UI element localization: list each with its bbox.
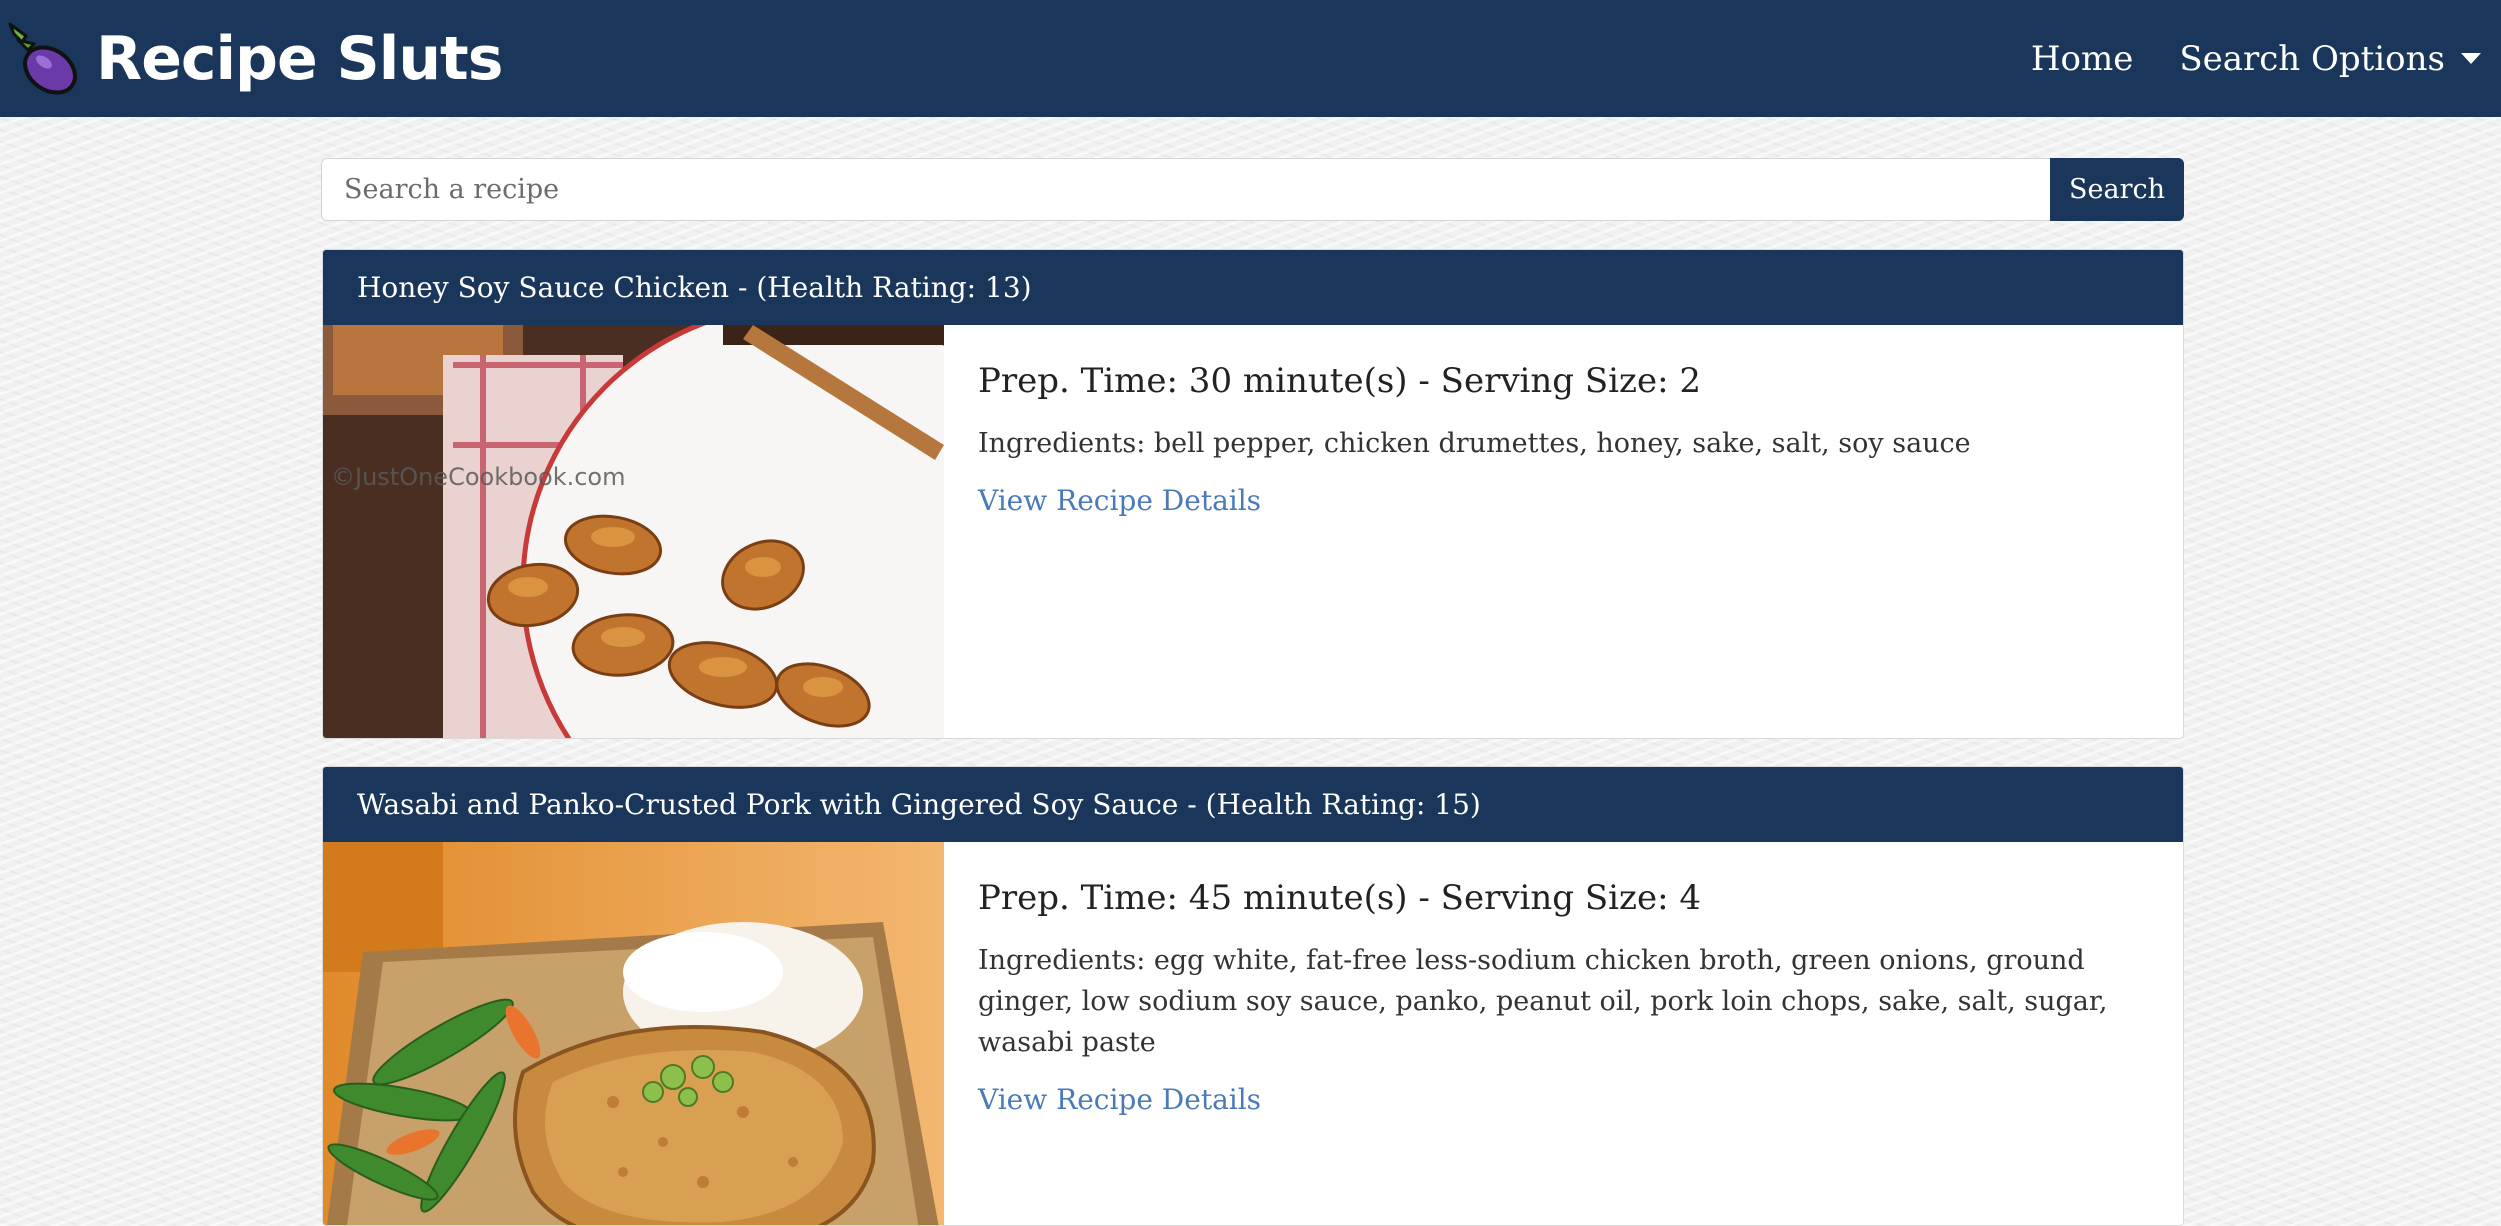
image-watermark: ©JustOneCookbook.com [331,463,625,491]
recipe-card: Honey Soy Sauce Chicken - (Health Rating… [322,249,2184,739]
recipe-meta: Prep. Time: 45 minute(s) - Serving Size:… [978,878,1701,918]
view-recipe-details-link[interactable]: View Recipe Details [978,1083,1261,1116]
search-bar: Search [321,158,2184,221]
recipe-details: Prep. Time: 30 minute(s) - Serving Size:… [944,325,2183,738]
brand[interactable]: Recipe Sluts [0,0,503,117]
search-button[interactable]: Search [2050,158,2184,221]
recipe-ingredients: Ingredients: egg white, fat-free less-so… [978,945,2108,1058]
recipe-title: Honey Soy Sauce Chicken - (Health Rating… [323,250,2183,325]
recipe-title: Wasabi and Panko-Crusted Pork with Ginge… [323,767,2183,842]
chevron-down-icon [2461,53,2481,64]
recipe-card-body: Prep. Time: 45 minute(s) - Serving Size:… [323,842,2183,1225]
view-recipe-details-link[interactable]: View Recipe Details [978,484,1261,517]
recipe-ingredients: Ingredients: bell pepper, chicken drumet… [978,428,1971,459]
nav-home-label: Home [2030,38,2134,79]
recipe-image: ©JustOneCookbook.com [323,325,944,738]
recipe-meta: Prep. Time: 30 minute(s) - Serving Size:… [978,361,1701,401]
nav-search-options-dropdown[interactable]: Search Options [2179,39,2481,79]
navbar: Recipe Sluts Home Search Options [0,0,2501,117]
main-nav: Home Search Options [1985,0,2501,117]
recipe-details: Prep. Time: 45 minute(s) - Serving Size:… [944,842,2183,1225]
recipe-card: Wasabi and Panko-Crusted Pork with Ginge… [322,766,2184,1226]
brand-title: Recipe Sluts [96,23,503,94]
eggplant-icon [8,22,77,95]
recipe-image [323,842,944,1225]
search-input[interactable] [321,158,2050,221]
nav-search-options-label: Search Options [2179,38,2445,79]
nav-home[interactable]: Home [2031,39,2133,79]
recipe-card-body: ©JustOneCookbook.com Prep. Time: 30 minu… [323,325,2183,738]
